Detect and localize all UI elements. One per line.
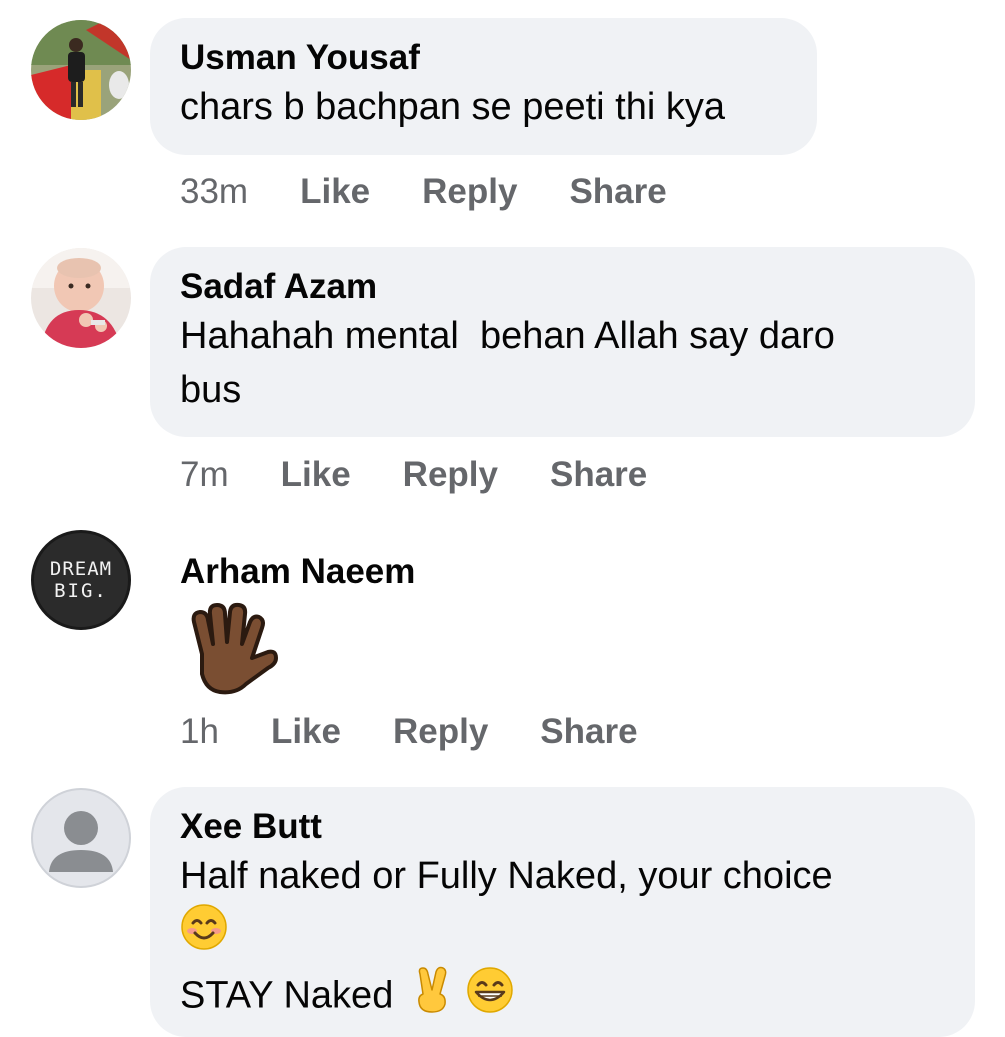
like-button[interactable]: Like (300, 172, 370, 212)
comment-actions: 1h Like Reply Share (180, 712, 690, 752)
share-button[interactable]: Share (540, 712, 637, 752)
victory-hand-emoji-icon (412, 966, 452, 1029)
comment-bubble: Sadaf Azam Hahahah mental behan Allah sa… (150, 247, 975, 437)
comment-text-line: Half naked or Fully Naked, your choice (180, 855, 833, 897)
comment-bubble: Arham Naeem (150, 550, 550, 700)
comment-text-line: Hahahah mental behan Allah say daro (180, 315, 835, 357)
timestamp[interactable]: 7m (180, 455, 229, 495)
avatar-text: BIG. (54, 580, 108, 602)
comment-bubble: Usman Yousaf chars b bachpan se peeti th… (150, 18, 817, 155)
avatar[interactable]: DREAM BIG. (31, 530, 131, 630)
avatar[interactable] (31, 248, 131, 348)
comment-bubble: Xee Butt Half naked or Fully Naked, your… (150, 787, 975, 1037)
grinning-face-emoji-icon (466, 966, 514, 1029)
share-button[interactable]: Share (569, 172, 666, 212)
like-button[interactable]: Like (281, 455, 351, 495)
avatar-text: DREAM (49, 558, 113, 580)
comment-actions: 7m Like Reply Share (180, 455, 699, 495)
timestamp[interactable]: 33m (180, 172, 248, 212)
author-name[interactable]: Xee Butt (180, 805, 945, 849)
default-user-avatar-icon (49, 811, 113, 872)
reply-button[interactable]: Reply (403, 455, 498, 495)
author-name[interactable]: Sadaf Azam (180, 265, 945, 309)
author-name[interactable]: Arham Naeem (180, 550, 520, 594)
comment-text: chars b bachpan se peeti thi kya (180, 86, 726, 128)
comment-text-line: bus (180, 369, 242, 411)
comment-text-line-with-emojis: STAY Naked (180, 966, 945, 1029)
comment-text-line: STAY Naked (180, 974, 394, 1017)
photo-avatar-icon (31, 248, 131, 348)
smiling-face-emoji-icon (180, 903, 228, 966)
comment-emoji-line (180, 903, 945, 966)
like-button[interactable]: Like (271, 712, 341, 752)
share-button[interactable]: Share (550, 455, 647, 495)
author-name[interactable]: Usman Yousaf (180, 36, 787, 80)
raised-hand-emoji-icon (180, 602, 290, 702)
avatar[interactable] (31, 20, 131, 120)
timestamp[interactable]: 1h (180, 712, 219, 752)
avatar[interactable] (31, 788, 131, 888)
photo-avatar-icon (31, 20, 131, 120)
reply-button[interactable]: Reply (393, 712, 488, 752)
comment-actions: 33m Like Reply Share (180, 172, 719, 212)
reply-button[interactable]: Reply (422, 172, 517, 212)
